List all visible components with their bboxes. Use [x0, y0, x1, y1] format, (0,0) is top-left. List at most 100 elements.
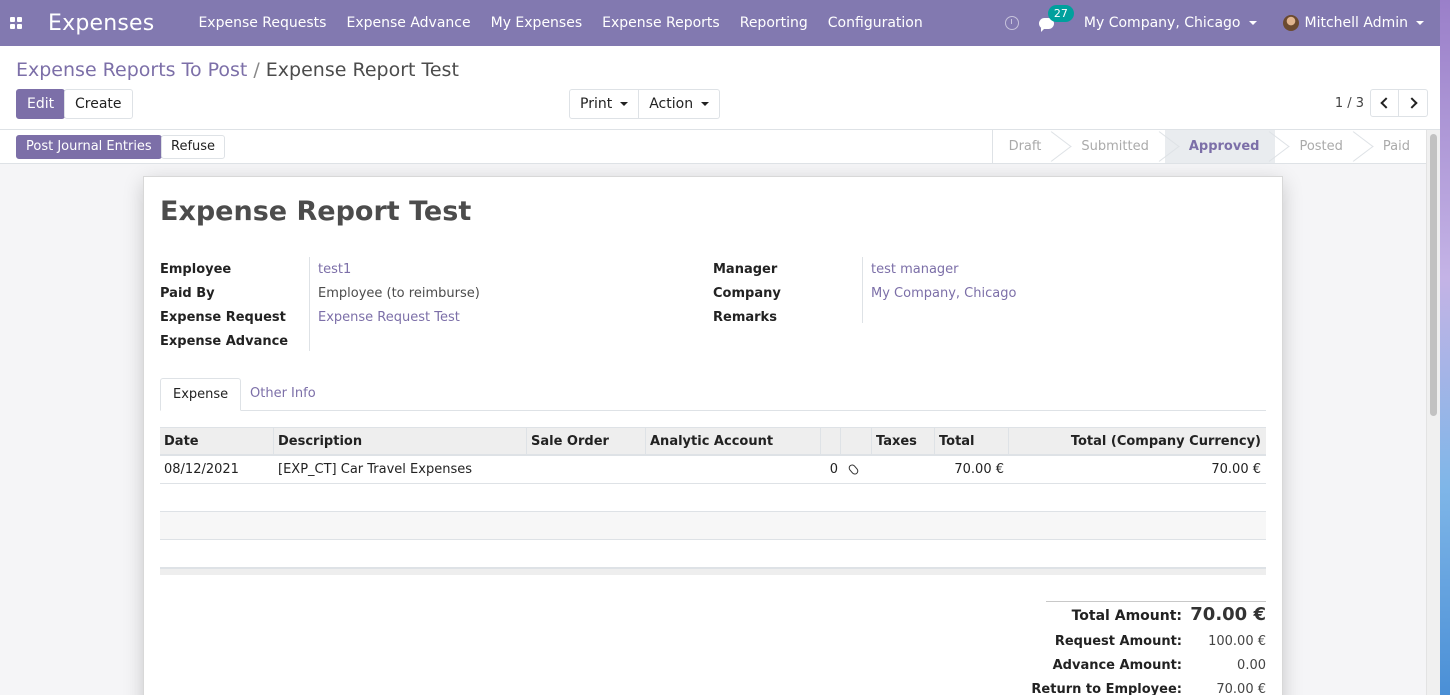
breadcrumb-parent-link[interactable]: Expense Reports To Post — [16, 59, 247, 81]
avatar — [1282, 15, 1299, 31]
tab-expense[interactable]: Expense — [160, 378, 242, 411]
user-menu[interactable]: Mitchell Admin — [1282, 15, 1424, 31]
messaging-menu[interactable]: 27 — [1038, 4, 1074, 32]
create-button[interactable]: Create — [64, 89, 133, 119]
form-statusbar: Post Journal Entries Refuse Draft Submit… — [0, 130, 1440, 164]
advance-amount-label: Advance Amount: — [1052, 658, 1182, 673]
row-attachment[interactable] — [841, 456, 872, 484]
record-title: Expense Report Test — [160, 196, 472, 227]
breadcrumb-separator: / — [253, 59, 260, 81]
refuse-button[interactable]: Refuse — [161, 135, 226, 159]
row-attachment-count: 0 — [829, 462, 838, 477]
company-switcher[interactable]: My Company, Chicago — [1084, 15, 1257, 31]
main-menu: Expense Requests Expense Advance My Expe… — [188, 0, 932, 46]
request-amount-label: Request Amount: — [1054, 634, 1182, 649]
employee-label: Employee — [160, 261, 232, 277]
stage-approved: Approved — [1164, 130, 1276, 163]
app-brand[interactable]: Expenses — [48, 11, 154, 36]
column-analytic-account[interactable]: Analytic Account — [646, 428, 821, 455]
action-label: Action — [649, 96, 694, 112]
row-taxes — [872, 456, 935, 484]
field-divider — [862, 257, 863, 323]
stage-draft: Draft — [993, 130, 1058, 163]
request-amount-value: 100.00 € — [1208, 634, 1266, 649]
manager-value[interactable]: test manager — [871, 262, 959, 277]
total-amount-value: 70.00 € — [1190, 604, 1266, 625]
pager-next-button[interactable] — [1399, 89, 1428, 117]
expense-request-label: Expense Request — [160, 309, 286, 325]
column-total-company-currency[interactable]: Total (Company Currency) — [1009, 428, 1266, 455]
column-total[interactable]: Total — [935, 428, 1009, 455]
column-taxes[interactable]: Taxes — [872, 428, 935, 455]
row-total-company-currency: 70.00 € — [1211, 462, 1261, 477]
table-row[interactable]: 08/12/2021 [EXP_CT] Car Travel Expenses … — [160, 456, 1266, 484]
form-sheet: Expense Report Test Employee test1 Paid B… — [143, 176, 1283, 695]
menu-expense-advance[interactable]: Expense Advance — [336, 0, 480, 46]
request-amount-row: Request Amount: 100.00 € — [1046, 630, 1266, 654]
totals-summary: Total Amount: 70.00 € Request Amount: 10… — [1031, 601, 1266, 695]
menu-expense-reports[interactable]: Expense Reports — [592, 0, 730, 46]
chevron-left-icon — [1380, 97, 1392, 109]
menu-configuration[interactable]: Configuration — [818, 0, 933, 46]
return-to-employee-row: Return to Employee: 70.00 € — [1031, 678, 1266, 695]
chevron-down-icon — [1248, 21, 1257, 25]
employee-value[interactable]: test1 — [318, 262, 351, 277]
total-amount-label: Total Amount: — [1071, 608, 1182, 624]
field-divider — [309, 257, 310, 351]
print-dropdown[interactable]: Print — [569, 89, 640, 119]
left-field-group: Employee test1 Paid By Employee (to reimbu… — [160, 257, 480, 353]
action-button-group: Print Action — [569, 89, 721, 119]
pager-value[interactable]: 1 / 3 — [1335, 96, 1364, 111]
table-header: Date Description Sale Order Analytic Acc… — [160, 427, 1266, 456]
advance-amount-value: 0.00 — [1237, 658, 1266, 673]
column-date[interactable]: Date — [160, 428, 274, 455]
company-value[interactable]: My Company, Chicago — [871, 286, 1016, 301]
user-name: Mitchell Admin — [1304, 15, 1409, 31]
company-name: My Company, Chicago — [1083, 15, 1241, 31]
desktop-background — [1440, 0, 1450, 695]
top-navbar: Expenses Expense Requests Expense Advanc… — [0, 0, 1440, 46]
table-empty-row — [160, 484, 1266, 512]
row-total: 70.00 € — [954, 462, 1004, 477]
paperclip-icon[interactable] — [847, 463, 860, 476]
action-dropdown[interactable]: Action — [639, 89, 721, 119]
menu-my-expenses[interactable]: My Expenses — [481, 0, 593, 46]
row-date: 08/12/2021 — [164, 462, 239, 477]
expense-request-value[interactable]: Expense Request Test — [318, 310, 460, 325]
vertical-scrollbar[interactable] — [1426, 130, 1440, 695]
column-attachment-count — [821, 428, 841, 455]
edit-button[interactable]: Edit — [16, 89, 66, 119]
chevron-down-icon — [1416, 21, 1424, 25]
navbar-systray: 27 My Company, Chicago Mitchell Admin — [1004, 0, 1440, 46]
activity-clock-icon[interactable] — [1004, 16, 1019, 30]
form-content-area: Expense Report Test Employee test1 Paid B… — [0, 164, 1426, 695]
pager: 1 / 3 — [1335, 89, 1428, 117]
menu-expense-requests[interactable]: Expense Requests — [188, 0, 336, 46]
return-to-employee-label: Return to Employee: — [1031, 682, 1182, 695]
manager-label: Manager — [713, 261, 778, 277]
control-panel: Expense Reports To Post / Expense Report T… — [0, 46, 1440, 130]
chevron-down-icon — [701, 102, 710, 106]
advance-amount-row: Advance Amount: 0.00 — [1046, 654, 1266, 678]
row-description: [EXP_CT] Car Travel Expenses — [278, 462, 472, 477]
table-footer — [160, 568, 1266, 575]
tab-other-info[interactable]: Other Info — [238, 378, 328, 411]
menu-reporting[interactable]: Reporting — [730, 0, 818, 46]
paid-by-label: Paid By — [160, 285, 215, 301]
stage-pipeline: Draft Submitted Approved Posted Paid — [991, 130, 1426, 163]
column-sale-order[interactable]: Sale Order — [527, 428, 646, 455]
scrollbar-thumb[interactable] — [1430, 134, 1437, 416]
column-description[interactable]: Description — [274, 428, 527, 455]
chevron-down-icon — [620, 102, 629, 106]
post-journal-entries-button[interactable]: Post Journal Entries — [16, 135, 162, 159]
table-empty-row — [160, 512, 1266, 540]
apps-menu-icon[interactable] — [0, 0, 32, 46]
notebook-tabs: Expense Other Info — [160, 378, 1266, 411]
company-label: Company — [713, 285, 781, 301]
total-amount-row: Total Amount: 70.00 € — [1046, 602, 1266, 630]
stage-submitted: Submitted — [1057, 130, 1164, 163]
print-label: Print — [580, 96, 613, 112]
breadcrumb: Expense Reports To Post / Expense Report T… — [16, 59, 459, 81]
pager-previous-button[interactable] — [1370, 89, 1399, 117]
remarks-label: Remarks — [713, 309, 777, 325]
